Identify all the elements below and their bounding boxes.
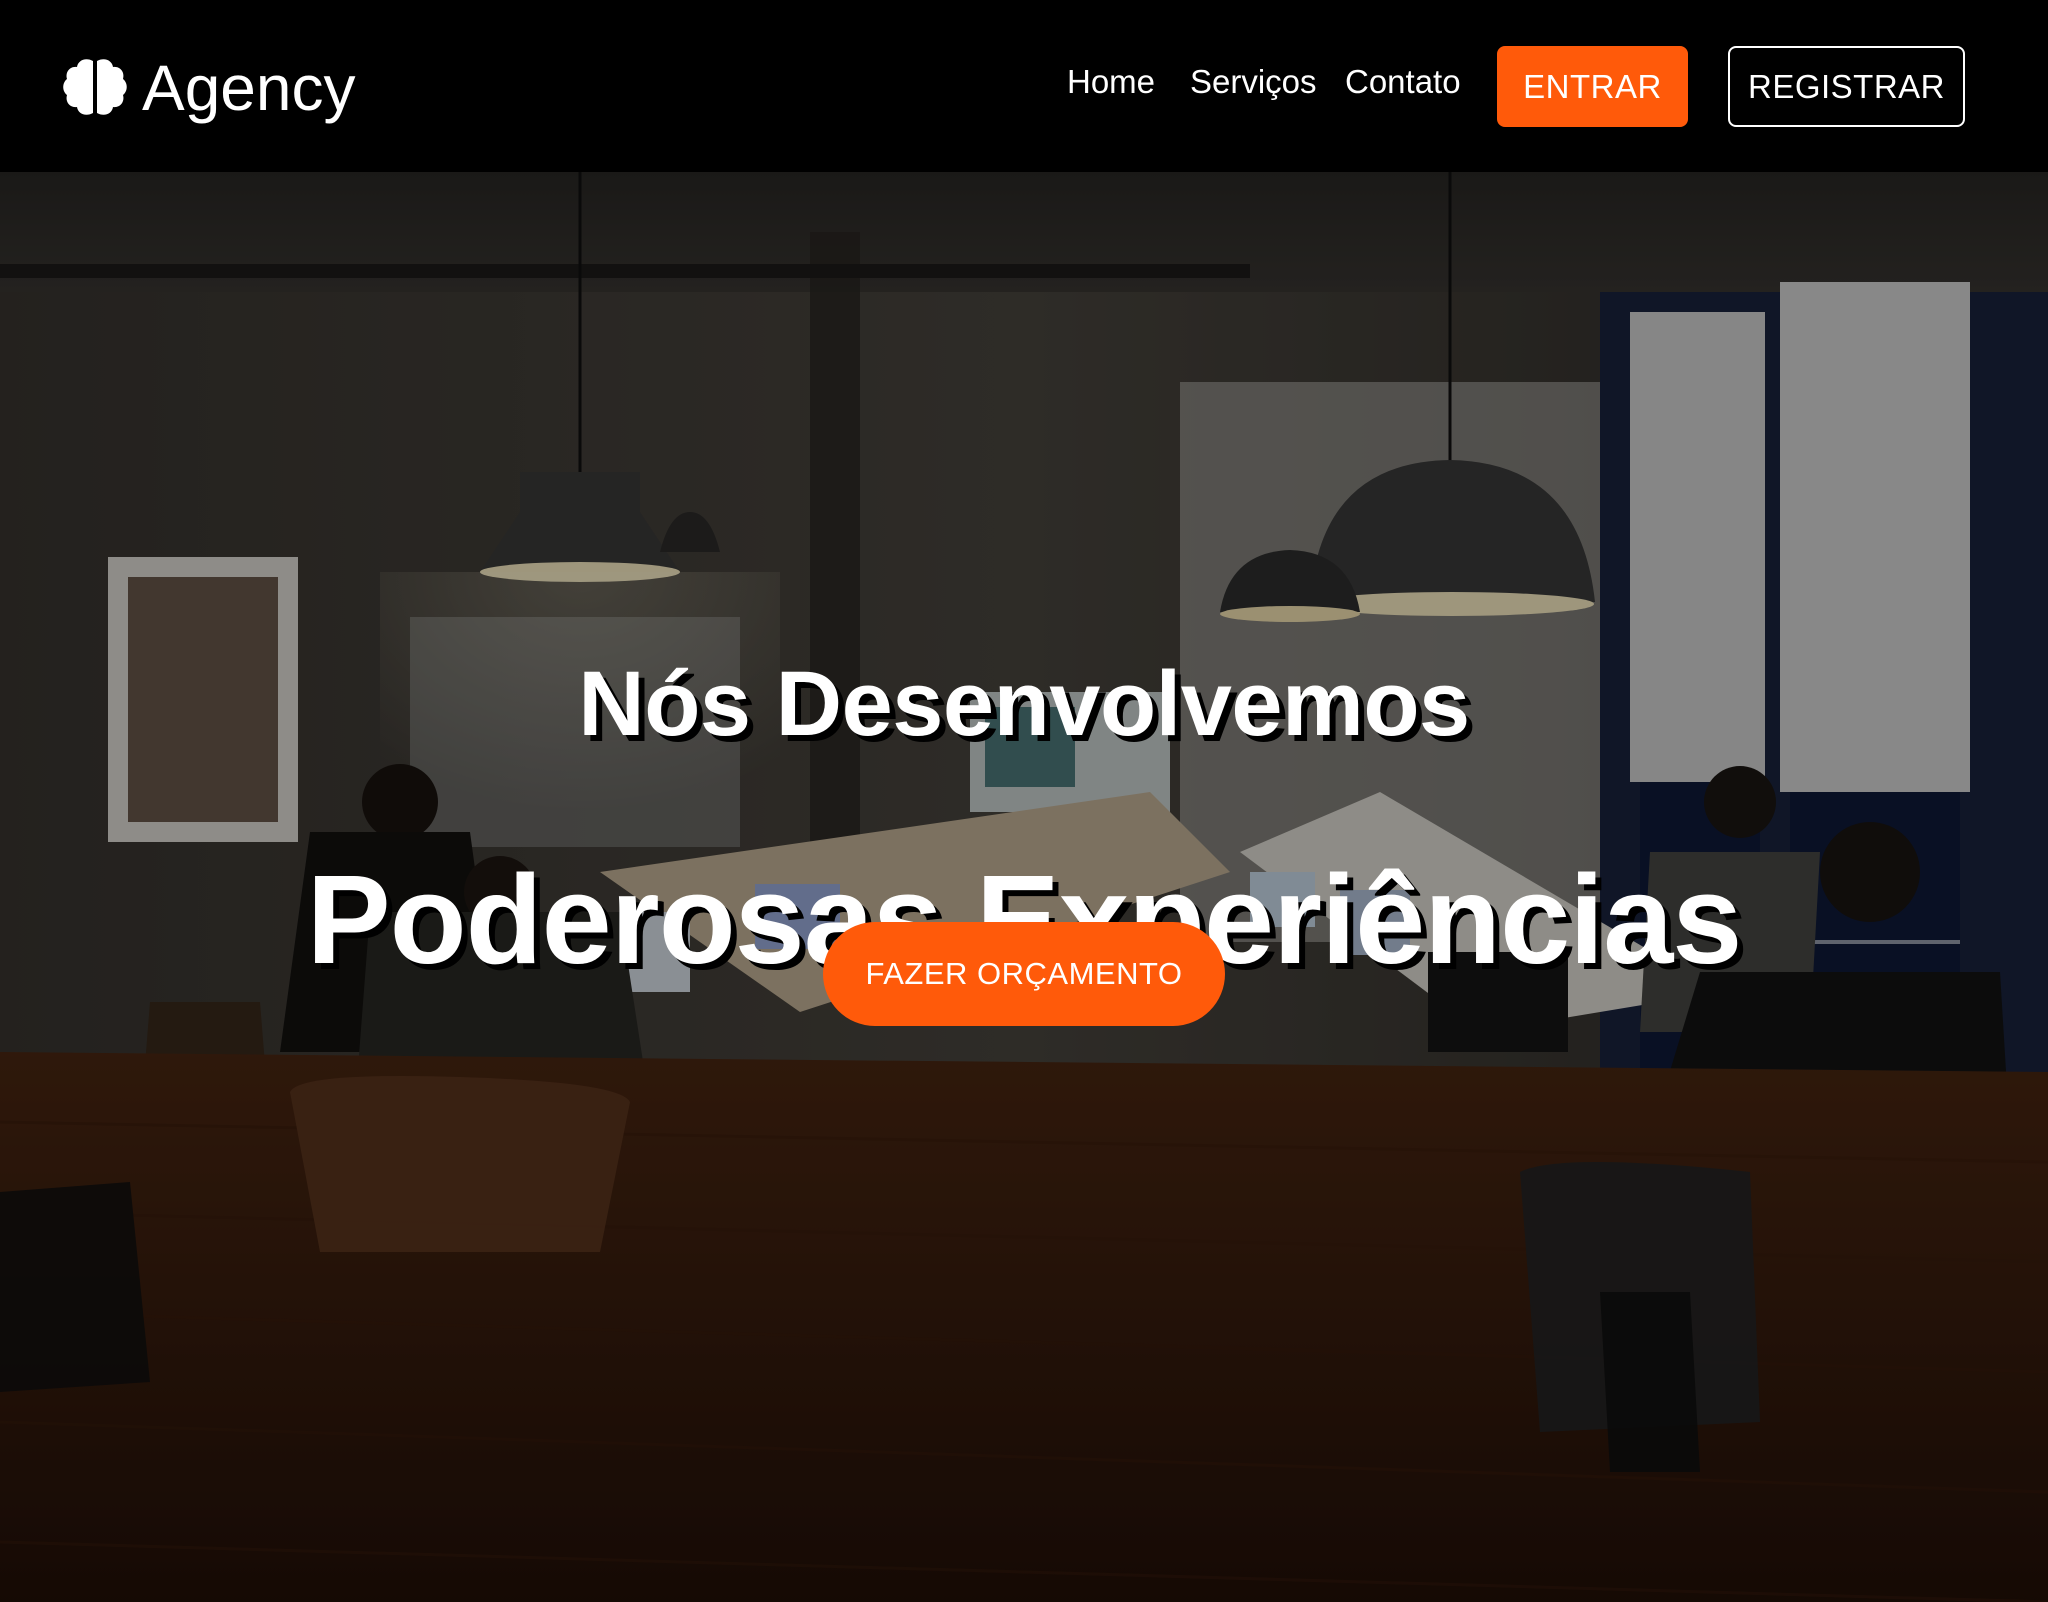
navbar: Agency Home Serviços Contato ENTRAR REGI…: [0, 0, 2048, 172]
hero-section: Nós Desenvolvemos Poderosas Experiências…: [0, 172, 2048, 1602]
nav-link-contato[interactable]: Contato: [1345, 62, 1461, 102]
brand-name: Agency: [142, 52, 356, 124]
request-quote-button[interactable]: FAZER ORÇAMENTO: [823, 922, 1225, 1026]
hero-title-line-1: Nós Desenvolvemos: [578, 652, 1470, 755]
brain-icon: [63, 59, 127, 115]
register-button[interactable]: REGISTRAR: [1728, 46, 1965, 127]
nav-link-servicos[interactable]: Serviços: [1190, 62, 1317, 102]
nav-link-home[interactable]: Home: [1067, 62, 1155, 102]
login-button[interactable]: ENTRAR: [1497, 46, 1688, 127]
brand-logo-link[interactable]: Agency: [62, 48, 355, 128]
